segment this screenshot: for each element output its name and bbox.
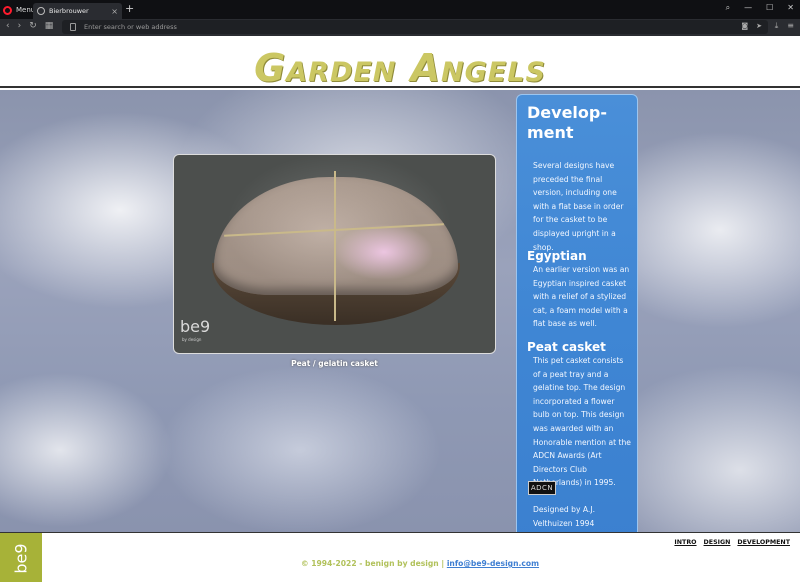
twine-vertical [334,171,336,321]
opera-logo-icon [3,5,12,15]
browser-tab[interactable]: Bierbrouwer × [33,3,122,19]
opera-menu-button[interactable]: Menu [3,3,35,17]
browser-window: Menu Bierbrouwer × + ⌕ — ☐ ✕ ‹ › ↻ ▦ ◙ ➤ [0,0,800,582]
cloud-background: be9 by design Peat / gelatin casket Deve… [0,90,800,532]
designer-credit: Designed by A.J. Velthuizen 1994 [533,505,595,528]
nav-intro-link[interactable]: INTRO [674,539,696,546]
address-bar-icons: ◙ ➤ [741,22,762,30]
egyptian-text: An earlier version was an Egyptian inspi… [533,265,630,329]
egyptian-heading: Egyptian [527,249,587,263]
adcn-badge: ADCN [528,481,556,495]
forward-icon[interactable]: › [18,21,22,31]
address-input[interactable] [84,21,684,33]
window-controls: ⌕ — ☐ ✕ [726,3,794,13]
copyright-line: © 1994-2022 - benign by design | info@be… [0,559,800,568]
easy-setup-icon[interactable]: ≡ [787,21,794,31]
footer-logo[interactable]: be9 [0,533,42,582]
nav-design-link[interactable]: DESIGN [704,539,731,546]
site-footer: be9 INTRO DESIGN DEVELOPMENT © 1994-2022… [0,532,800,582]
tab-title: Bierbrouwer [49,7,89,15]
reload-icon[interactable]: ↻ [29,21,37,31]
footer-nav: INTRO DESIGN DEVELOPMENT [674,539,790,546]
copyright-text: © 1994-2022 - benign by design [300,559,439,568]
peat-text: This pet casket consists of a peat tray … [533,356,631,488]
minimize-button[interactable]: — [744,3,752,13]
photo-caption: Peat / gelatin casket [291,359,378,368]
close-window-button[interactable]: ✕ [787,3,794,13]
development-panel: Develop-ment Several designs have preced… [516,94,638,532]
close-tab-icon[interactable]: × [111,7,118,16]
tabs-grid-icon[interactable]: ▦ [45,21,54,31]
download-icon[interactable]: ⤓ [775,21,779,31]
copyright-separator: | [441,559,445,568]
back-icon[interactable]: ‹ [6,21,10,31]
camera-icon[interactable]: ◙ [741,22,748,30]
globe-icon [37,7,45,15]
gelatin-dome [214,177,458,295]
site-header: Garden Angels [0,36,800,90]
toolbar-right: ⤓ ≡ [775,21,794,31]
casket-photo: be9 by design [173,154,496,354]
send-icon[interactable]: ➤ [756,22,762,30]
tab-strip: Menu Bierbrouwer × + ⌕ — ☐ ✕ [0,0,800,19]
email-link[interactable]: info@be9-design.com [447,559,539,568]
photo-watermark-sub: by design [182,337,202,342]
panel-intro: Several designs have preceded the final … [533,161,624,252]
footer-logo-text: be9 [11,542,31,574]
nav-development-link[interactable]: DEVELOPMENT [737,539,790,546]
panel-title: Develop-ment [527,103,607,142]
address-bar[interactable]: ◙ ➤ [62,20,768,34]
page-viewport: Garden Angels be9 by design Peat / gelat… [0,36,800,582]
peat-heading: Peat casket [527,340,606,354]
new-tab-button[interactable]: + [125,2,134,15]
search-tabs-icon[interactable]: ⌕ [726,3,730,13]
photo-watermark: be9 [180,317,211,336]
maximize-button[interactable]: ☐ [766,3,773,13]
site-logo[interactable]: Garden Angels [0,46,800,90]
address-toolbar: ‹ › ↻ ▦ ◙ ➤ ⤓ ≡ [0,19,800,36]
page-icon [70,23,76,31]
nav-buttons: ‹ › ↻ ▦ [6,21,53,31]
